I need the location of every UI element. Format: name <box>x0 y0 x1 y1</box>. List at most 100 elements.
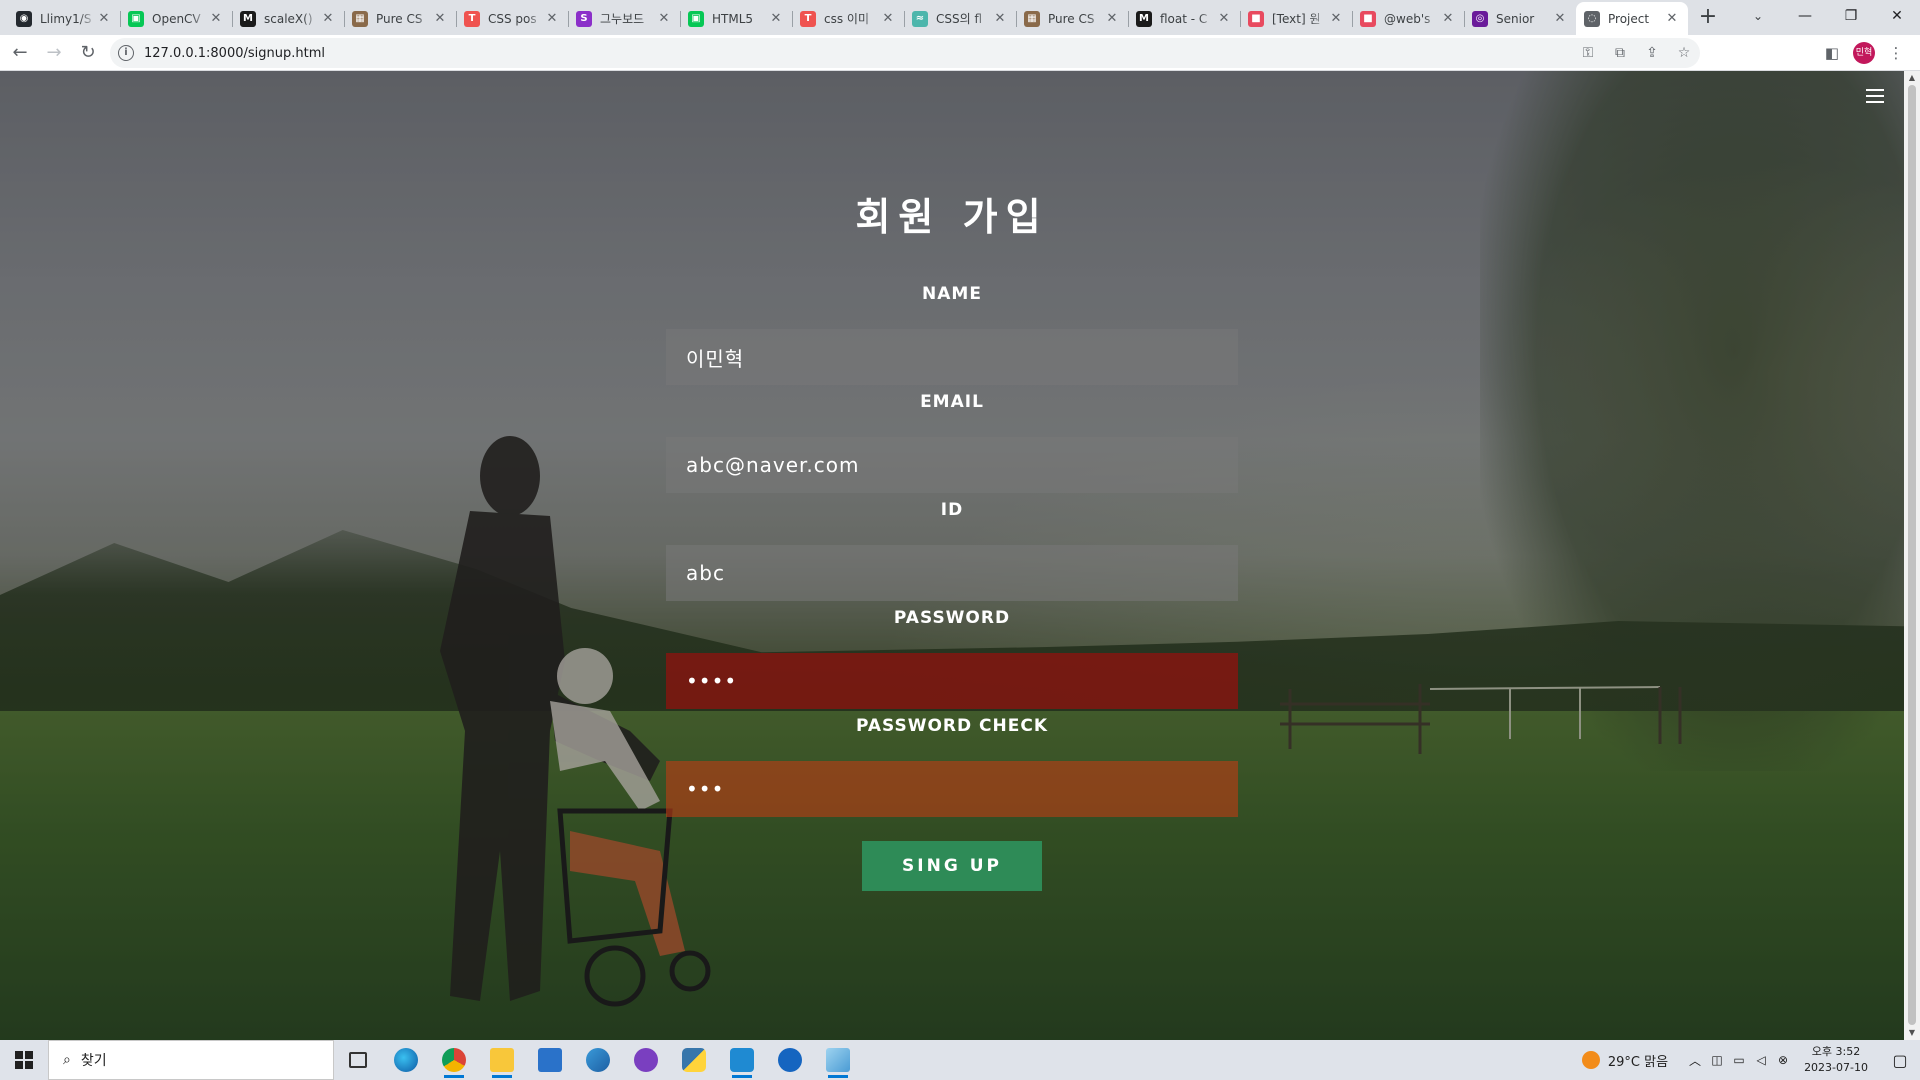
reload-icon[interactable]: ↻ <box>74 39 102 67</box>
tab-favicon-icon: ◌ <box>1584 10 1600 27</box>
scrollbar-thumb[interactable] <box>1908 85 1916 1025</box>
mail-icon[interactable] <box>526 1040 574 1080</box>
new-tab-button[interactable]: + <box>1694 4 1722 32</box>
notification-icon[interactable]: ▢ <box>1880 1051 1920 1070</box>
browser-tab[interactable]: ≈ CSS의 fl ✕ <box>904 2 1016 35</box>
tab-favicon-icon: T <box>464 10 480 27</box>
tab-close-icon[interactable]: ✕ <box>880 11 896 27</box>
tab-favicon-icon: ▣ <box>128 10 144 27</box>
minimize-icon[interactable]: — <box>1782 0 1828 32</box>
tab-title: 그누보드 <box>600 12 645 26</box>
password-input[interactable] <box>666 653 1238 709</box>
weather-widget[interactable]: 29°C 맑음 <box>1581 1051 1668 1070</box>
browser-tab[interactable]: ■ @web's ✕ <box>1352 2 1464 35</box>
browser-tab[interactable]: ▦ Pure CS ✕ <box>344 2 456 35</box>
close-window-icon[interactable]: ✕ <box>1874 0 1920 32</box>
sun-icon <box>1581 1051 1600 1069</box>
tab-close-icon[interactable]: ✕ <box>1440 11 1456 27</box>
tab-favicon-icon: ◎ <box>1472 10 1488 27</box>
start-button[interactable] <box>0 1040 48 1080</box>
browser-tab[interactable]: ■ [Text] 원 ✕ <box>1240 2 1352 35</box>
app-swirl-icon[interactable] <box>574 1040 622 1080</box>
browser-tab[interactable]: S 그누보드 ✕ <box>568 2 680 35</box>
forward-icon[interactable]: → <box>40 39 68 67</box>
id-input[interactable] <box>666 545 1238 601</box>
python-icon[interactable] <box>670 1040 718 1080</box>
password-label: PASSWORD <box>893 608 1011 628</box>
tab-title: Pure CS <box>1048 11 1095 26</box>
page-scrollbar[interactable]: ▲ ▼ <box>1904 71 1920 1040</box>
status-icon[interactable]: ⊗ <box>1772 1053 1794 1067</box>
tab-favicon-icon: ▦ <box>1024 10 1040 27</box>
vscode-icon[interactable] <box>718 1040 766 1080</box>
tab-close-icon[interactable]: ✕ <box>96 11 112 27</box>
tab-close-icon[interactable]: ✕ <box>1328 11 1344 27</box>
browser-tab[interactable]: T CSS pos ✕ <box>456 2 568 35</box>
tab-title: float - C <box>1160 11 1208 26</box>
tab-close-icon[interactable]: ✕ <box>656 11 672 27</box>
taskbar-search[interactable]: ⌕ 찾기 <box>48 1040 334 1080</box>
hamburger-menu-icon[interactable] <box>1866 89 1884 103</box>
tab-close-icon[interactable]: ✕ <box>1104 11 1120 27</box>
tab-title: [Text] 원 <box>1272 12 1321 26</box>
browser-tab[interactable]: ▦ Pure CS ✕ <box>1016 2 1128 35</box>
share-icon[interactable]: ⇪ <box>1636 45 1668 61</box>
kebab-menu-icon[interactable]: ⋮ <box>1880 39 1912 67</box>
side-panel-icon[interactable]: ◧ <box>1816 39 1848 67</box>
name-input[interactable] <box>666 329 1238 385</box>
profile-avatar[interactable]: 민혁 <box>1853 42 1875 64</box>
tab-close-icon[interactable]: ✕ <box>992 11 1008 27</box>
translate-icon[interactable]: ⧉ <box>1604 45 1636 61</box>
notepad-icon[interactable] <box>814 1040 862 1080</box>
chrome-icon[interactable] <box>430 1040 478 1080</box>
task-view-icon[interactable] <box>334 1040 382 1080</box>
browser-tab[interactable]: ◌ Project ✕ <box>1576 2 1688 35</box>
back-icon[interactable]: ← <box>6 39 34 67</box>
tray-chevron-icon[interactable]: ︿ <box>1684 1052 1706 1069</box>
browser-tab[interactable]: Tcss 이미 ✕ <box>792 2 904 35</box>
browser-tab[interactable]: ◉ Llimy1/S ✕ <box>8 2 120 35</box>
url-text: 127.0.0.1:8000/signup.html <box>144 45 325 61</box>
browser-tab[interactable]: ▣ HTML5 ✕ <box>680 2 792 35</box>
signup-button[interactable]: SING UP <box>862 841 1042 891</box>
windows-taskbar: ⌕ 찾기 29°C 맑음 ︿ ◫ ▭ ◁ ⊗ 오후 3:52 2023-07-1… <box>0 1040 1920 1080</box>
email-input[interactable] <box>666 437 1238 493</box>
volume-icon[interactable]: ◁ <box>1750 1053 1772 1067</box>
file-explorer-icon[interactable] <box>478 1040 526 1080</box>
camera-icon[interactable]: ◫ <box>1706 1053 1728 1067</box>
toolbar-right: ◧ 민혁 ⋮ <box>1816 39 1912 67</box>
github-desktop-icon[interactable] <box>622 1040 670 1080</box>
tab-title: CSS의 fl <box>936 12 983 26</box>
clock[interactable]: 오후 3:52 2023-07-10 <box>1804 1044 1868 1076</box>
tab-close-icon[interactable]: ✕ <box>320 11 336 27</box>
tab-favicon-icon: ▦ <box>352 10 368 27</box>
browser-tab[interactable]: ◎ Senior ✕ <box>1464 2 1576 35</box>
tab-title: css 이미 <box>824 12 869 26</box>
tab-favicon-icon: ■ <box>1248 10 1264 27</box>
tab-close-icon[interactable]: ✕ <box>544 11 560 27</box>
tab-close-icon[interactable]: ✕ <box>1552 11 1568 27</box>
tab-close-icon[interactable]: ✕ <box>432 11 448 27</box>
bookmark-star-icon[interactable]: ☆ <box>1668 45 1700 61</box>
tab-search-icon[interactable]: ⌄ <box>1744 2 1772 30</box>
tab-close-icon[interactable]: ✕ <box>208 11 224 27</box>
restore-icon[interactable]: ❐ <box>1828 0 1874 32</box>
site-info-icon[interactable]: i <box>118 45 134 61</box>
browser-tab[interactable]: Mfloat - C ✕ <box>1128 2 1240 35</box>
tab-close-icon[interactable]: ✕ <box>1216 11 1232 27</box>
edge-icon[interactable] <box>382 1040 430 1080</box>
tab-favicon-icon: ≈ <box>912 10 928 27</box>
browser-tab[interactable]: ▣ OpenCV ✕ <box>120 2 232 35</box>
password-check-input[interactable] <box>666 761 1238 817</box>
scroll-down-icon[interactable]: ▼ <box>1904 1026 1920 1040</box>
arrow-app-icon[interactable] <box>766 1040 814 1080</box>
tab-title: CSS pos <box>488 11 537 26</box>
key-icon[interactable]: ⚿ <box>1572 45 1604 61</box>
browser-tab[interactable]: MscaleX() ✕ <box>232 2 344 35</box>
network-icon[interactable]: ▭ <box>1728 1053 1750 1067</box>
tab-title: scaleX() <box>264 11 313 26</box>
tab-close-icon[interactable]: ✕ <box>768 11 784 27</box>
scroll-up-icon[interactable]: ▲ <box>1904 71 1920 85</box>
address-bar[interactable]: i 127.0.0.1:8000/signup.html ⚿ ⧉ ⇪ ☆ <box>110 38 1700 68</box>
tab-close-icon[interactable]: ✕ <box>1664 11 1680 27</box>
